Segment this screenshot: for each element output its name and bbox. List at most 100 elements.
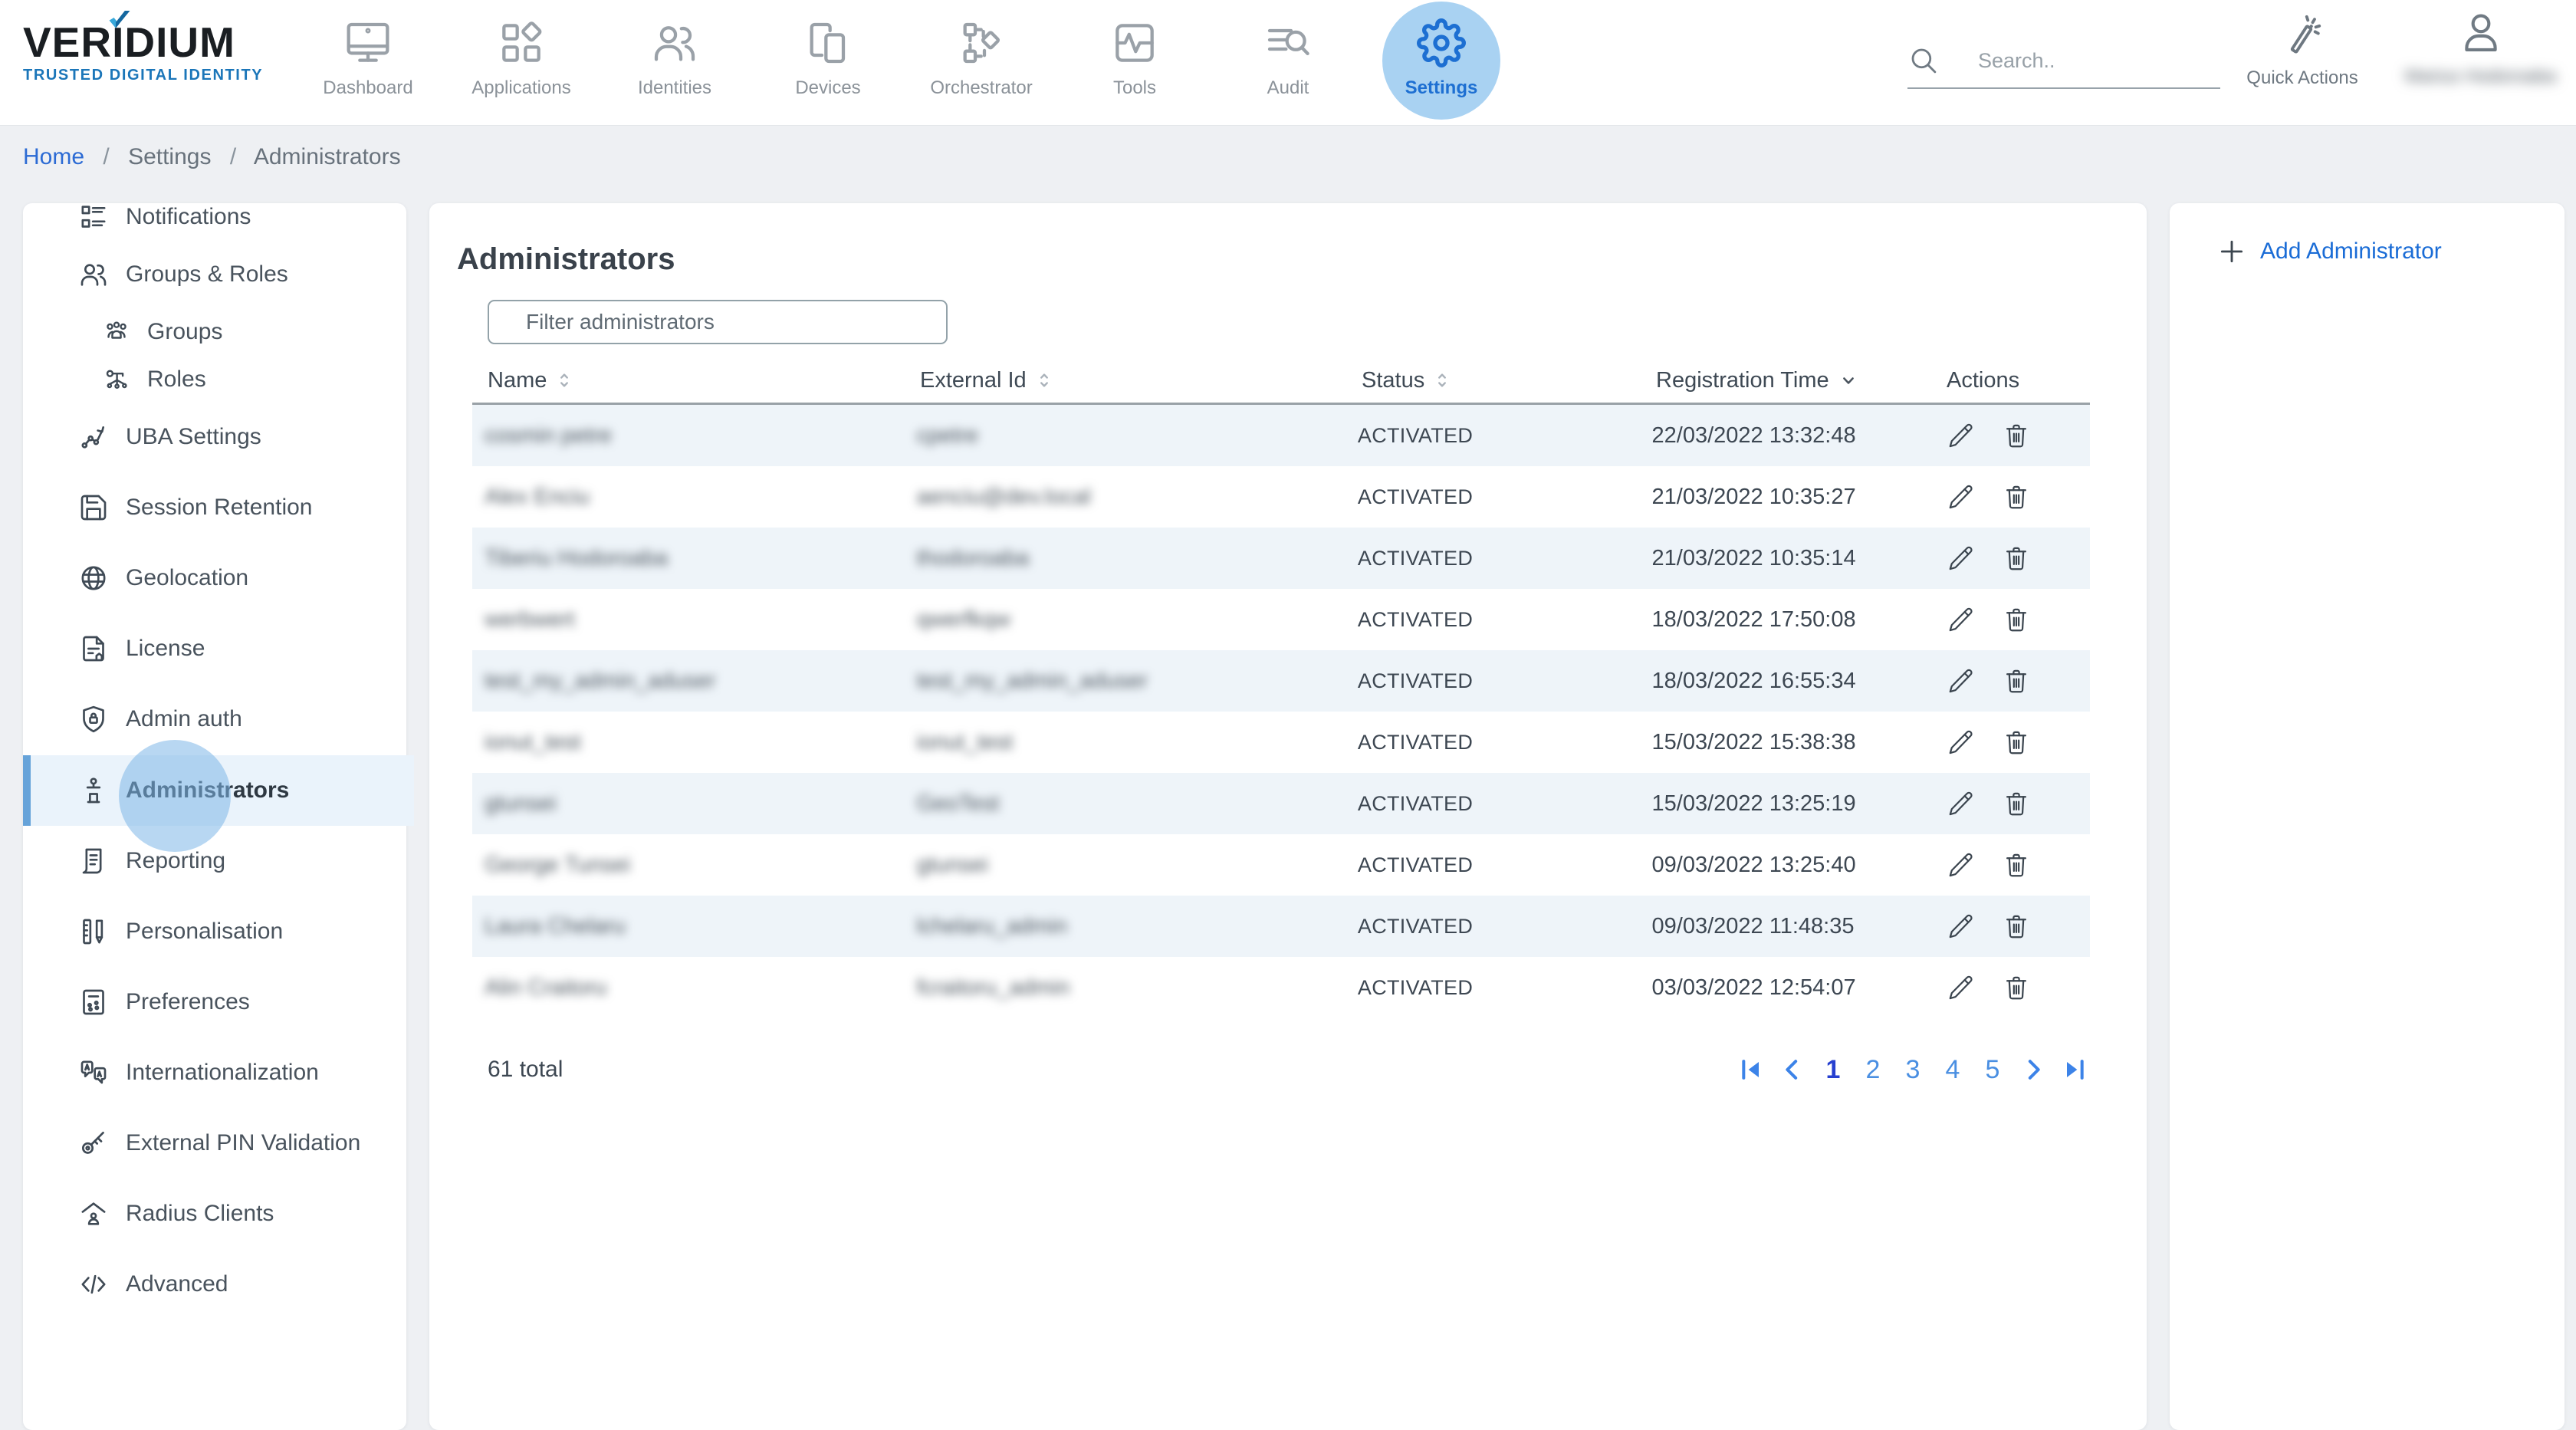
table-row: Tiberiu HodoroabathodoroabaACTIVATED21/0… xyxy=(472,528,2090,589)
administrators-table: cosmin petrecpetreACTIVATED22/03/2022 13… xyxy=(472,405,2090,1018)
edit-pencil-icon xyxy=(1947,564,1976,575)
top-nav: DashboardApplicationsIdentitiesDevicesOr… xyxy=(291,0,1518,125)
cell-external-id: GeoTest xyxy=(916,791,1357,817)
cell-name: George Tunsei xyxy=(485,853,916,878)
delete-button[interactable] xyxy=(2002,789,2031,818)
report-doc-icon xyxy=(78,846,109,876)
next-page-button[interactable] xyxy=(2018,1054,2049,1085)
nav-item-identities[interactable]: Identities xyxy=(598,0,751,125)
edit-pencil-icon xyxy=(1947,993,1976,1004)
delete-button[interactable] xyxy=(2002,850,2031,879)
column-header-external-id[interactable]: External Id xyxy=(920,365,1362,396)
cell-external-id: cpetre xyxy=(916,423,1357,449)
column-header-registration-time[interactable]: Registration Time xyxy=(1656,365,1947,396)
prev-page-button[interactable] xyxy=(1777,1054,1808,1085)
edit-button[interactable] xyxy=(1947,421,1976,450)
page-number-1[interactable]: 1 xyxy=(1819,1055,1848,1085)
nav-item-tools[interactable]: Tools xyxy=(1058,0,1211,125)
delete-button[interactable] xyxy=(2002,912,2031,941)
sidebar-item-personalisation[interactable]: Personalisation xyxy=(23,896,406,967)
filter-administrators-input[interactable] xyxy=(488,300,948,344)
edit-button[interactable] xyxy=(1947,666,1976,695)
cell-registration-time: 21/03/2022 10:35:27 xyxy=(1652,485,1943,510)
cell-external-id: lchelaru_admin xyxy=(916,914,1357,939)
column-header-status[interactable]: Status xyxy=(1362,365,1656,396)
cell-external-id: gtunsei xyxy=(916,853,1357,878)
page-title: Administrators xyxy=(457,242,675,277)
search-input[interactable] xyxy=(1976,48,2210,74)
nav-item-dashboard[interactable]: Dashboard xyxy=(291,0,445,125)
breadcrumb-separator: / xyxy=(103,144,109,169)
cell-actions xyxy=(1942,973,2090,1002)
cell-actions xyxy=(1942,544,2090,573)
devices-icon xyxy=(803,18,853,67)
last-page-button[interactable] xyxy=(2059,1054,2090,1085)
edit-button[interactable] xyxy=(1947,912,1976,941)
edit-pencil-icon xyxy=(1947,809,1976,820)
sidebar-item-external-pin-validation[interactable]: External PIN Validation xyxy=(23,1108,406,1179)
nav-item-settings[interactable]: Settings xyxy=(1365,0,1518,125)
gear-icon xyxy=(1417,18,1466,67)
delete-button[interactable] xyxy=(2002,421,2031,450)
page-number-3[interactable]: 3 xyxy=(1898,1055,1927,1085)
edit-button[interactable] xyxy=(1947,544,1976,573)
cell-external-id: aenciu@dev.local xyxy=(916,485,1357,510)
key-icon xyxy=(78,1128,109,1159)
sidebar-item-session-retention[interactable]: Session Retention xyxy=(23,472,406,543)
sidebar-item-administrators[interactable]: Administrators xyxy=(23,755,414,826)
sidebar-item-uba-settings[interactable]: UBA Settings xyxy=(23,402,406,472)
trash-icon xyxy=(2002,870,2031,882)
sidebar-item-advanced[interactable]: Advanced xyxy=(23,1249,406,1320)
nav-item-audit[interactable]: Audit xyxy=(1211,0,1365,125)
cell-registration-time: 15/03/2022 15:38:38 xyxy=(1652,730,1943,755)
plus-icon xyxy=(2217,237,2246,266)
edit-button[interactable] xyxy=(1947,789,1976,818)
edit-button[interactable] xyxy=(1947,850,1976,879)
cell-name: gtunsei xyxy=(485,791,916,817)
cell-actions xyxy=(1942,605,2090,634)
delete-button[interactable] xyxy=(2002,973,2031,1002)
preferences-card-icon xyxy=(78,987,109,1017)
first-page-button[interactable] xyxy=(1736,1054,1766,1085)
page-number-2[interactable]: 2 xyxy=(1858,1055,1888,1085)
code-icon xyxy=(78,1269,109,1300)
delete-button[interactable] xyxy=(2002,728,2031,757)
edit-button[interactable] xyxy=(1947,973,1976,1002)
nav-item-orchestrator[interactable]: Orchestrator xyxy=(905,0,1058,125)
page-number-5[interactable]: 5 xyxy=(1978,1055,2007,1085)
search-box[interactable] xyxy=(1907,34,2220,89)
page-number-4[interactable]: 4 xyxy=(1938,1055,1967,1085)
cell-status: ACTIVATED xyxy=(1358,669,1652,693)
delete-button[interactable] xyxy=(2002,666,2031,695)
table-row: werbwertqwerfkqwACTIVATED18/03/2022 17:5… xyxy=(472,589,2090,650)
quick-actions-button[interactable]: Quick Actions xyxy=(2233,12,2371,89)
edit-button[interactable] xyxy=(1947,482,1976,511)
column-header-name[interactable]: Name xyxy=(488,365,920,396)
edit-pencil-icon xyxy=(1947,625,1976,636)
license-doc-icon xyxy=(78,633,109,664)
group-icon xyxy=(103,318,130,346)
user-menu[interactable]: Marius Hodoroaba xyxy=(2406,9,2555,87)
delete-button[interactable] xyxy=(2002,482,2031,511)
sidebar-item-radius-clients[interactable]: Radius Clients xyxy=(23,1179,406,1249)
delete-button[interactable] xyxy=(2002,544,2031,573)
sidebar-item-reporting[interactable]: Reporting xyxy=(23,826,406,896)
breadcrumb: Home / Settings / Administrators xyxy=(23,144,401,170)
nav-item-devices[interactable]: Devices xyxy=(751,0,905,125)
nav-item-applications[interactable]: Applications xyxy=(445,0,598,125)
table-row: cosmin petrecpetreACTIVATED22/03/2022 13… xyxy=(472,405,2090,466)
breadcrumb-home-link[interactable]: Home xyxy=(23,144,84,169)
sidebar-item-admin-auth[interactable]: Admin auth xyxy=(23,684,406,754)
delete-button[interactable] xyxy=(2002,605,2031,634)
add-administrator-button[interactable]: Add Administrator xyxy=(2217,237,2442,266)
cell-status: ACTIVATED xyxy=(1358,608,1652,632)
sidebar-item-internationalization[interactable]: Internationalization xyxy=(23,1037,406,1108)
sidebar-item-license[interactable]: License xyxy=(23,613,406,684)
edit-button[interactable] xyxy=(1947,728,1976,757)
ruler-pen-icon xyxy=(78,916,109,947)
cell-external-id: test_my_admin_aduser xyxy=(916,669,1357,694)
edit-pencil-icon xyxy=(1947,686,1976,698)
edit-button[interactable] xyxy=(1947,605,1976,634)
sidebar-item-geolocation[interactable]: Geolocation xyxy=(23,543,406,613)
sidebar-item-preferences[interactable]: Preferences xyxy=(23,967,406,1037)
